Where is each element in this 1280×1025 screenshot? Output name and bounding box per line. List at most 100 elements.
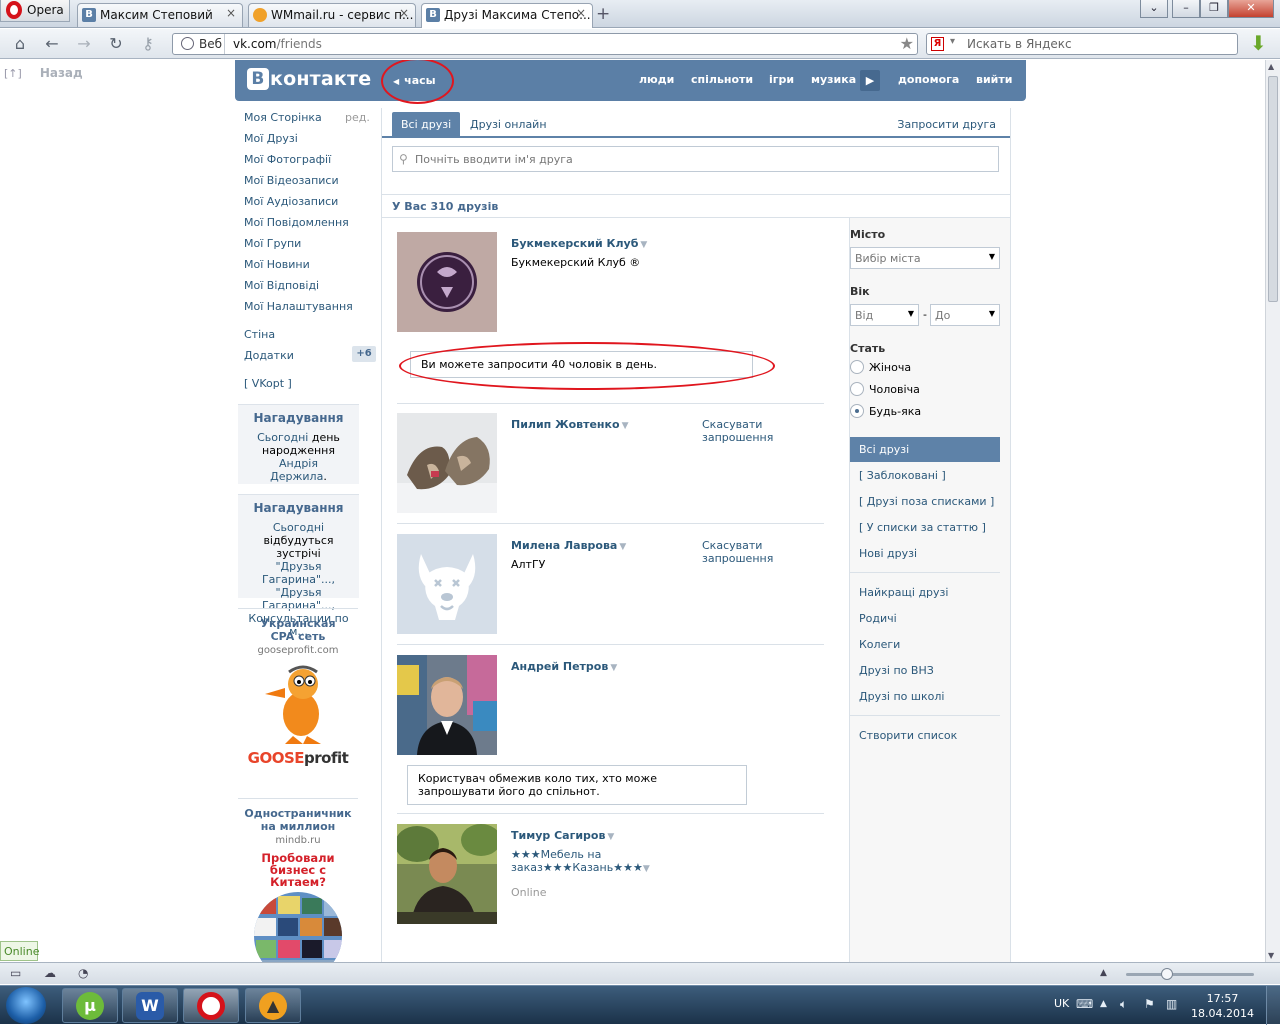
list-best-friends[interactable]: Найкращі друзі [850,580,1000,605]
menu-news[interactable]: Мої Новини [244,258,310,271]
menu-apps[interactable]: Додатки [244,349,294,362]
vk-logo[interactable]: Вконтакте [247,68,371,90]
reminder-person-link[interactable]: Держила [270,470,323,483]
list-relatives[interactable]: Родичі [850,606,1000,631]
tab-list-icon[interactable]: ⌄ [1140,0,1168,18]
reminder-event-link[interactable]: "Друзья Гагарина"..., [262,560,335,586]
reminder-today-link[interactable]: Сьогодні [273,521,324,534]
nav-logout[interactable]: вийти [976,73,1012,86]
browser-tab-friends[interactable]: B Друзі Максима Степо... × [421,3,593,28]
friend-avatar[interactable] [397,534,497,634]
web-badge[interactable]: Веб [173,34,225,54]
ad-gooseprofit[interactable]: Украинская CPA сеть gooseprofit.com GOOS… [238,608,358,767]
minimize-icon[interactable]: – [1172,0,1200,18]
back-icon[interactable]: ← [42,34,62,54]
list-all-friends[interactable]: Всі друзі [850,437,1000,462]
friend-avatar[interactable] [397,655,497,755]
close-tab-icon[interactable]: × [398,7,410,20]
scroll-down-icon[interactable]: ▼ [1268,951,1274,960]
panel-toggle-icon[interactable]: ▭ [10,966,21,980]
friend-avatar[interactable] [397,413,497,513]
list-unlisted[interactable]: [ Друзі поза списками ] [850,489,1000,514]
scroll-up-icon[interactable]: ▲ [1268,62,1274,71]
menu-photos[interactable]: Мої Фотографії [244,153,331,166]
menu-replies[interactable]: Мої Відповіді [244,279,319,292]
close-tab-icon[interactable]: × [575,7,587,20]
reminder-today-link[interactable]: Сьогодні [257,431,308,444]
volume-icon[interactable]: 🔈︎ [1120,997,1127,1012]
search-engine-dropdown-icon[interactable]: ▾ [950,36,955,47]
zoom-slider-knob[interactable] [1161,968,1173,980]
opera-unite-icon[interactable]: ☁ [44,966,56,980]
nav-games[interactable]: ігри [769,73,794,86]
bookmark-star-icon[interactable]: ★ [900,34,914,53]
download-icon[interactable]: ⬇ [1250,33,1270,55]
friend-name-link[interactable]: Пилип Жовтенко ▼ [511,418,628,431]
language-indicator[interactable]: UK [1054,997,1069,1010]
page-scrollbar[interactable]: ▲ ▼ [1265,60,1280,962]
menu-messages[interactable]: Мої Повідомлення [244,216,349,229]
list-university[interactable]: Друзі по ВНЗ [850,658,1000,683]
reload-icon[interactable]: ↻ [106,34,126,54]
taskbar-word[interactable]: W [122,988,178,1023]
tab-friends-online[interactable]: Друзі онлайн [461,112,556,137]
menu-wall[interactable]: Стіна [244,328,275,341]
menu-audios[interactable]: Мої Аудіозаписи [244,195,338,208]
friend-search-input[interactable]: ⚲ Почніть вводити ім'я друга [392,146,999,172]
sex-male-radio[interactable]: Чоловіча [850,382,920,396]
start-button[interactable] [6,987,46,1024]
taskbar-aimp[interactable]: ▲ [245,988,301,1023]
close-window-icon[interactable]: ✕ [1228,0,1274,18]
nav-communities[interactable]: спільноти [691,73,753,86]
cancel-invite-link[interactable]: Скасувати запрошення [702,418,773,444]
show-desktop-button[interactable] [1266,986,1280,1025]
menu-my-page[interactable]: Моя Сторінка [244,111,322,124]
age-to-select[interactable]: До ▼ [930,304,1000,326]
friend-menu-arrow-icon[interactable]: ▼ [610,663,617,673]
friend-name-link[interactable]: Букмекерский Клуб ▼ [511,237,647,250]
tab-all-friends[interactable]: Всі друзі [392,112,461,137]
address-field[interactable]: Веб vk.com/friends ★ [172,33,918,55]
cancel-invite-link[interactable]: Скасувати запрошення [702,539,773,565]
menu-vkopt[interactable]: [ VKopt ] [244,377,292,390]
close-tab-icon[interactable]: × [225,7,237,20]
list-new-friends[interactable]: Нові друзі [850,541,1000,566]
clock[interactable]: 17:57 18.04.2014 [1191,991,1254,1021]
friend-subtitle[interactable]: ★★★Мебель на заказ★★★Казань★★★▼ [511,848,650,876]
browser-tab-profile[interactable]: B Максим Степовий × [77,3,243,27]
invite-friend-link[interactable]: Запросити друга [897,118,996,131]
keyboard-icon[interactable]: ⌨ [1076,997,1093,1011]
friend-avatar[interactable] [397,232,497,332]
menu-settings[interactable]: Мої Налаштування [244,300,353,313]
friend-name-link[interactable]: Андрей Петров ▼ [511,660,617,673]
network-icon[interactable]: ▥ [1166,997,1177,1011]
home-icon[interactable]: ⌂ [10,34,30,54]
menu-edit-link[interactable]: ред. [345,111,370,124]
nav-people[interactable]: люди [639,73,674,86]
key-icon[interactable]: ⚷ [138,34,158,54]
show-hidden-icons-icon[interactable]: ▲ [1100,999,1107,1009]
nav-music[interactable]: музика [811,73,856,86]
create-list-link[interactable]: Створити список [850,723,1000,748]
list-school[interactable]: Друзі по школі [850,684,1000,709]
opera-menu-button[interactable]: Opera [0,0,70,22]
friend-menu-arrow-icon[interactable]: ▼ [640,240,647,250]
status-arrow-icon[interactable]: ▼ [643,864,650,874]
reminder-person-link[interactable]: Андрія [279,457,318,470]
friend-name-link[interactable]: Тимур Сагиров ▼ [511,829,614,842]
list-blocked[interactable]: [ Заблоковані ] [850,463,1000,488]
list-colleagues[interactable]: Колеги [850,632,1000,657]
friend-menu-arrow-icon[interactable]: ▼ [622,421,629,431]
action-center-icon[interactable]: ⚑ [1144,997,1155,1011]
forward-icon[interactable]: → [74,34,94,54]
taskbar-opera[interactable] [183,988,239,1023]
sex-female-radio[interactable]: Жіноча [850,360,911,374]
scroll-thumb[interactable] [1268,76,1278,302]
zoom-slider[interactable] [1126,973,1254,976]
friend-menu-arrow-icon[interactable]: ▼ [607,832,614,842]
nav-help[interactable]: допомога [898,73,959,86]
ad-mindb[interactable]: Одностраничник на миллион mindb.ru Пробо… [238,798,358,962]
city-select[interactable]: Вибір міста ▼ [850,247,1000,269]
friend-name-link[interactable]: Милена Лаврова ▼ [511,539,626,552]
sex-any-radio[interactable]: Будь-яка [850,404,921,418]
